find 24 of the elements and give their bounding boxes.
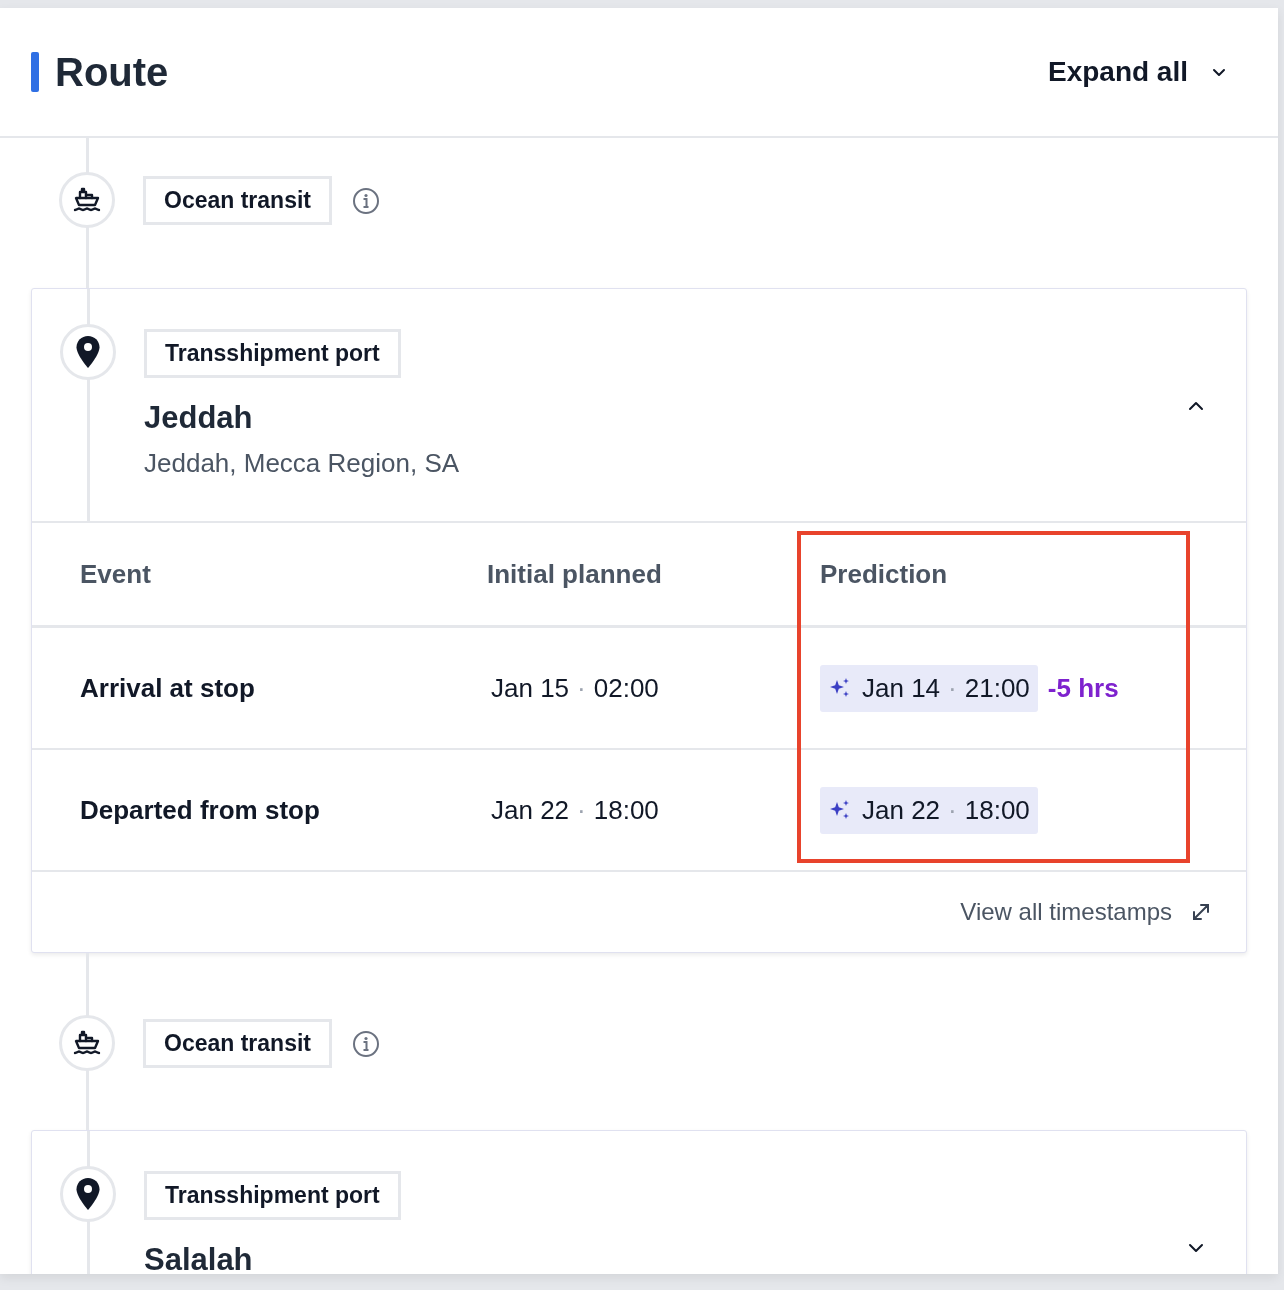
port-address: Jeddah, Mecca Region, SA (144, 448, 460, 479)
info-icon[interactable] (352, 187, 380, 215)
view-timestamps-link[interactable]: View all timestamps (960, 898, 1212, 926)
time-difference: -5 hrs (1047, 672, 1119, 704)
event-name: Departed from stop (80, 794, 321, 826)
column-header: Initial planned (487, 558, 663, 590)
accent-bar (31, 52, 39, 92)
stop-type-label: Transshipment port (144, 1171, 401, 1220)
column-header: Event (80, 558, 152, 590)
planned-time: Jan 22 · 18:00 (490, 794, 659, 825)
expand-all-button[interactable]: Expand all (1047, 50, 1228, 94)
segment-label: Ocean transit (143, 176, 332, 225)
expand-arrows-icon (1190, 901, 1212, 923)
segment-label: Ocean transit (143, 1019, 332, 1068)
planned-time: Jan 15 · 02:00 (490, 672, 659, 703)
predicted-time: Jan 22 · 18:00 (820, 786, 1038, 834)
section-title: Route (55, 49, 169, 95)
predicted-time: Jan 14 · 21:00 (820, 664, 1038, 712)
port-name: Jeddah (144, 400, 254, 436)
column-header: Prediction (820, 558, 949, 590)
event-name: Arrival at stop (80, 672, 256, 704)
info-icon[interactable] (352, 1030, 380, 1058)
port-name: Salalah (144, 1242, 254, 1274)
stop-type-label: Transshipment port (144, 329, 401, 378)
